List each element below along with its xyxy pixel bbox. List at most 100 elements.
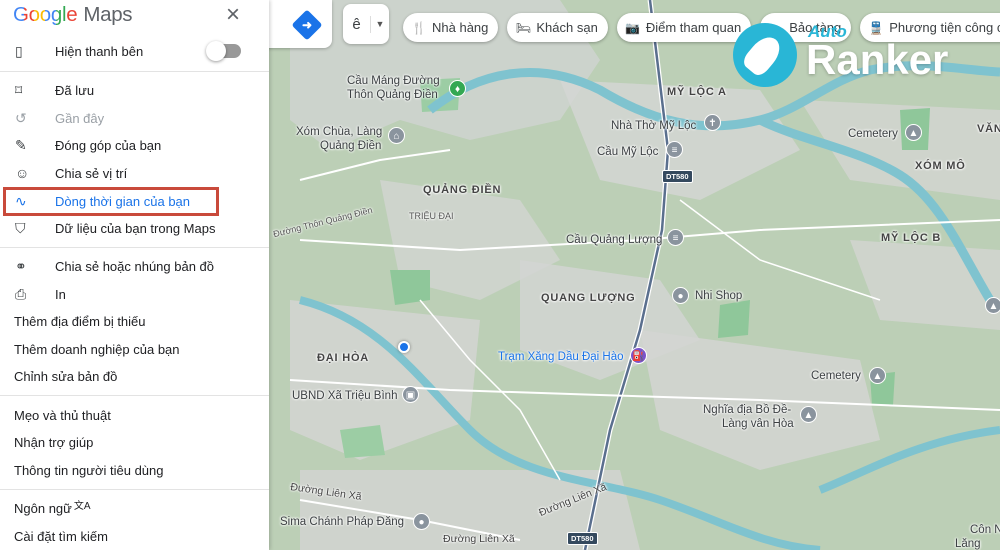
printer-icon: ⎙ <box>15 285 27 302</box>
divider <box>0 489 269 490</box>
google-wordmark: Google <box>13 3 78 26</box>
map-label[interactable]: Cầu Mỹ Lộc <box>597 146 658 160</box>
menu-item-language[interactable]: Ngôn ngữ 文A <box>0 495 269 521</box>
map-label[interactable]: Nghĩa địa Bồ Đề- <box>703 404 791 418</box>
menu-item-recent[interactable]: ↺ Gần đây <box>0 105 269 131</box>
menu-item-search-settings[interactable]: Cài đặt tìm kiếm <box>0 523 269 549</box>
menu-item-label: Hiện thanh bên <box>55 43 144 59</box>
chip-label: Nhà hàng <box>432 20 489 35</box>
menu-item-label: Thêm địa điểm bị thiếu <box>14 313 146 329</box>
menu-item-add-missing-place[interactable]: Thêm địa điểm bị thiếu <box>0 308 269 334</box>
menu-item-location-sharing[interactable]: ☺ Chia sẻ vị trí <box>0 160 269 186</box>
menu-item-add-business[interactable]: Thêm doanh nghiệp của bạn <box>0 336 269 362</box>
map-label[interactable]: Nhà Thờ Mỹ Lộc <box>611 120 696 134</box>
sidebar-panel-icon: ▯ <box>15 42 23 59</box>
bridge-poi-icon[interactable]: ≡ <box>667 229 684 246</box>
highlight-box <box>3 187 219 216</box>
divider <box>0 395 269 396</box>
church-poi-icon[interactable]: ✝ <box>704 114 721 131</box>
menu-item-contributions[interactable]: ✎ Đóng góp của bạn <box>0 132 269 158</box>
map-label[interactable]: Trạm Xăng Dầu Đại Hào <box>498 351 624 365</box>
transit-icon: 🚆 <box>868 20 884 35</box>
map-label[interactable]: Quảng Điền <box>320 140 381 154</box>
gas-station-poi-icon[interactable]: ⛽ <box>630 347 647 364</box>
share-location-icon: ☺ <box>15 165 30 181</box>
temple-poi-icon[interactable]: ⌂ <box>388 127 405 144</box>
menu-item-label: Mẹo và thủ thuật <box>14 407 111 423</box>
map-label[interactable]: Sima Chánh Pháp Đăng <box>280 516 404 530</box>
main-menu-sidebar: Google Maps × ▯ Hiện thanh bên ⌑ Đã lưu ↺… <box>0 0 269 550</box>
area-label: VĂN <box>977 123 1000 135</box>
map-label[interactable]: Thôn Quảng Điền <box>347 89 438 103</box>
menu-item-your-data[interactable]: ⛉ Dữ liệu của bạn trong Maps <box>0 215 269 241</box>
current-location-dot[interactable] <box>398 341 410 353</box>
cemetery-poi-icon[interactable]: ▲ <box>905 124 922 141</box>
map-label[interactable]: Cemetery <box>848 128 898 142</box>
chip-restaurants[interactable]: 🍴 Nhà hàng <box>403 13 499 42</box>
shield-icon: ⛉ <box>15 219 26 236</box>
government-poi-icon[interactable]: ▣ <box>402 386 419 403</box>
divider <box>0 71 269 72</box>
chip-label: Khách sạn <box>536 20 598 35</box>
menu-item-label: Ngôn ngữ <box>14 500 72 516</box>
cemetery-poi-icon[interactable]: ▲ <box>869 367 886 384</box>
chip-attractions[interactable]: 📷 Điểm tham quan <box>616 13 752 42</box>
menu-item-label: Thêm doanh nghiệp của bạn <box>14 341 180 357</box>
hotel-icon: 🛏 <box>515 20 531 35</box>
route-shield: DT580 <box>662 170 693 183</box>
map-label[interactable]: Lăng <box>955 538 981 550</box>
input-tools-letter: ê <box>343 15 371 33</box>
bridge-poi-icon[interactable]: ≡ <box>666 141 683 158</box>
restaurant-icon: 🍴 <box>411 20 427 35</box>
menu-item-tips[interactable]: Mẹo và thủ thuật <box>0 402 269 428</box>
map-label[interactable]: Cemetery <box>811 370 861 384</box>
area-label: XÓM MÔ <box>915 160 966 172</box>
menu-item-label: Chia sẻ hoặc nhúng bản đồ <box>55 258 215 274</box>
route-shield: DT580 <box>567 532 598 545</box>
map-label[interactable]: Côn N <box>970 524 1000 538</box>
area-label: MỸ LỘC B <box>881 232 942 244</box>
menu-item-label: Chỉnh sửa bản đồ <box>14 368 118 384</box>
chevron-down-icon[interactable]: ▼ <box>371 19 389 29</box>
map-label[interactable]: Cầu Quảng Lượng <box>566 234 662 248</box>
directions-icon[interactable]: ➜ <box>291 9 323 41</box>
map-label[interactable]: UBND Xã Triệu Bình <box>292 390 397 404</box>
map-label[interactable]: Làng vân Hòa <box>722 418 794 432</box>
menu-item-help[interactable]: Nhận trợ giúp <box>0 429 269 455</box>
maps-wordmark: Maps <box>83 3 133 26</box>
area-label: QUẢNG ĐIỀN <box>423 184 502 196</box>
map-label[interactable]: Cầu Máng Đường <box>347 75 440 89</box>
shop-poi-icon[interactable]: ● <box>672 287 689 304</box>
input-tools-button[interactable]: ê ▼ <box>343 4 389 44</box>
chip-label: Phương tiện công cộng <box>889 20 1000 35</box>
menu-item-label: Cài đặt tìm kiếm <box>14 528 108 544</box>
landmark-poi-icon[interactable]: ▲ <box>985 297 1000 314</box>
map-label[interactable]: Nhi Shop <box>695 290 742 304</box>
google-maps-logo: Google Maps <box>13 3 133 27</box>
menu-item-saved[interactable]: ⌑ Đã lưu <box>0 77 269 103</box>
close-icon[interactable]: × <box>226 1 240 29</box>
restaurant-poi-icon[interactable]: ♦ <box>449 80 466 97</box>
menu-item-print[interactable]: ⎙ In <box>0 281 269 307</box>
menu-item-label: Đã lưu <box>55 82 95 98</box>
cemetery-poi-icon[interactable]: ▲ <box>800 406 817 423</box>
chip-label: Điểm tham quan <box>645 20 742 35</box>
menu-item-label: Nhận trợ giúp <box>14 434 94 450</box>
map-label[interactable]: Xóm Chùa, Làng <box>296 126 382 140</box>
menu-item-edit-map[interactable]: Chỉnh sửa bản đồ <box>0 363 269 389</box>
menu-item-label: Gần đây <box>55 110 105 126</box>
edit-note-icon: ✎ <box>15 136 27 153</box>
menu-item-label: In <box>55 286 66 302</box>
show-sidebar-toggle[interactable] <box>206 41 241 61</box>
menu-item-label: Dữ liệu của bạn trong Maps <box>55 220 216 236</box>
menu-item-label: Đóng góp của bạn <box>55 137 162 153</box>
menu-item-share-embed[interactable]: ⚭ Chia sẻ hoặc nhúng bản đồ <box>0 253 269 279</box>
menu-item-consumer-info[interactable]: Thông tin người tiêu dùng <box>0 457 269 483</box>
rocket-icon <box>740 31 786 79</box>
temple-poi-icon[interactable]: ● <box>413 513 430 530</box>
area-label: MỸ LỘC A <box>667 86 727 98</box>
road-label: Đường Liên Xã <box>443 533 515 545</box>
menu-item-label: Chia sẻ vị trí <box>55 165 128 181</box>
area-label: ĐẠI HÒA <box>317 352 370 364</box>
chip-hotels[interactable]: 🛏 Khách sạn <box>507 13 608 42</box>
